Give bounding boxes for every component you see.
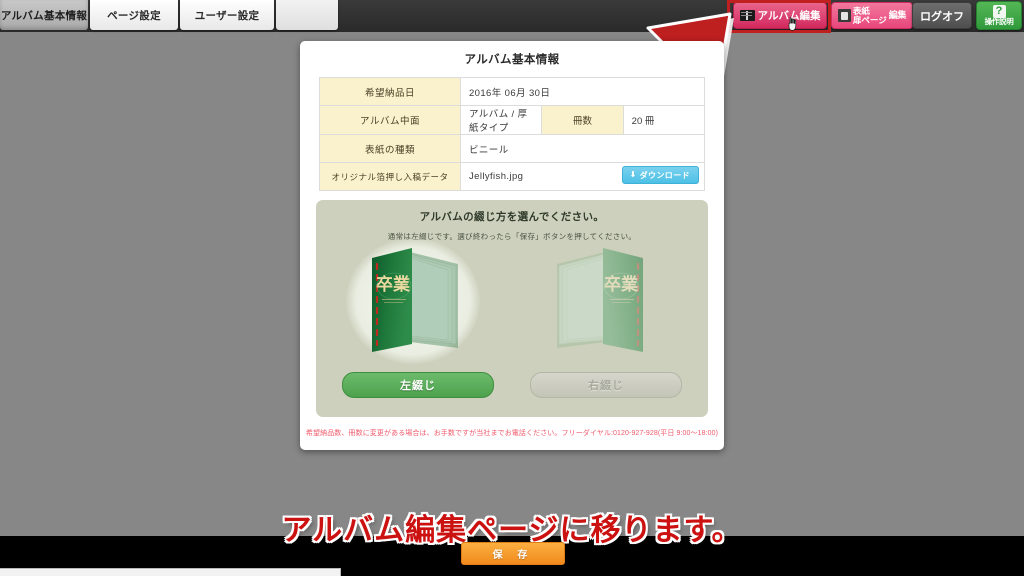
table-row: 表紙の種類 ビニール <box>319 134 705 163</box>
album-left-preview-icon: 卒業 <box>372 248 458 352</box>
album-info-table: 希望納品日 2016年 06月 30日 アルバム中面 アルバム / 厚紙タイプ … <box>319 77 706 191</box>
cover-page-edit-button[interactable]: 表紙 扉ページ 編集 <box>831 2 913 29</box>
table-row: オリジナル箔押し入稿データ Jellyfish.jpg ⬇ ダウンロード <box>319 162 705 191</box>
download-button[interactable]: ⬇ ダウンロード <box>622 166 699 184</box>
table-row: アルバム中面 アルバム / 厚紙タイプ 冊数 20 冊 <box>319 105 706 135</box>
left-binding-option[interactable]: 卒業 <box>334 236 504 366</box>
page-title: アルバム基本情報 <box>464 54 560 66</box>
row-value: Jellyfish.jpg <box>469 171 524 182</box>
open-book-icon <box>739 10 755 21</box>
row-label: 希望納品日 <box>319 77 461 106</box>
left-binding-button[interactable]: 左綴じ <box>342 372 494 398</box>
tab-user-settings[interactable]: ユーザー設定 <box>180 0 274 30</box>
album-basic-info-panel: アルバム基本情報 希望納品日 2016年 06月 30日 アルバム中面 アルバム… <box>300 41 724 450</box>
cover-edit-line2: 扉ページ <box>852 14 887 25</box>
logoff-label: ログオフ <box>920 10 964 23</box>
tab-label: アルバム基本情報 <box>0 9 88 22</box>
binding-selector-panel: アルバムの綴じ方を選んでください。 通常は左綴じです。選び終わったら「保存」ボタ… <box>316 200 708 417</box>
tab-label: ユーザー設定 <box>194 9 260 22</box>
row-value: アルバム / 厚紙タイプ <box>459 105 543 135</box>
tab-album-basic-info[interactable]: アルバム基本情報 <box>0 0 88 30</box>
right-binding-option[interactable]: 卒業 <box>521 236 691 366</box>
help-button[interactable]: ? 操作説明 <box>976 1 1022 30</box>
tab-page-settings[interactable]: ページ設定 <box>90 0 178 30</box>
row-label: オリジナル箔押し入稿データ <box>319 162 461 191</box>
help-label: 操作説明 <box>984 17 1014 27</box>
tab-empty[interactable] <box>276 0 338 30</box>
svg-text:卒業: 卒業 <box>604 274 638 295</box>
row-label: 表紙の種類 <box>319 134 461 163</box>
save-button[interactable]: 保 存 <box>461 542 565 565</box>
row-sub-value: 20 冊 <box>622 105 706 135</box>
binding-title: アルバムの綴じ方を選んでください。 <box>419 211 605 223</box>
cover-edit-action: 編集 <box>888 9 907 20</box>
left-binding-label: 左綴じ <box>400 380 436 392</box>
top-navigation-bar: アルバム基本情報 ページ設定 ユーザー設定 アルバム編集 表紙 扉ページ 編集 … <box>0 0 1024 32</box>
contact-note: 希望納品数、冊数に変更がある場合は、お手数ですが当社までお電話ください。フリーダ… <box>305 430 719 437</box>
album-edit-label: アルバム編集 <box>757 10 821 22</box>
screen: アルバム基本情報 ページ設定 ユーザー設定 アルバム編集 表紙 扉ページ 編集 … <box>0 0 1024 576</box>
row-value: 2016年 06月 30日 <box>460 77 705 106</box>
right-binding-button[interactable]: 右綴じ <box>530 372 682 398</box>
taskbar-strip[interactable] <box>0 568 341 576</box>
album-edit-button[interactable]: アルバム編集 <box>733 2 827 29</box>
cover-edit-lines: 表紙 扉ページ <box>852 6 887 25</box>
logoff-button[interactable]: ログオフ <box>912 2 972 29</box>
download-icon: ⬇ <box>629 170 637 179</box>
page-icon <box>837 9 851 22</box>
row-value: ビニール <box>460 134 705 163</box>
row-label: アルバム中面 <box>319 105 461 135</box>
table-row: 希望納品日 2016年 06月 30日 <box>319 77 705 106</box>
download-label: ダウンロード <box>639 170 690 180</box>
row-sub-label: 冊数 <box>541 105 624 135</box>
album-right-preview-icon: 卒業 <box>557 248 643 352</box>
right-binding-label: 右綴じ <box>588 380 624 392</box>
tab-label: ページ設定 <box>107 9 161 22</box>
row-value-cell: Jellyfish.jpg ⬇ ダウンロード <box>460 162 705 191</box>
